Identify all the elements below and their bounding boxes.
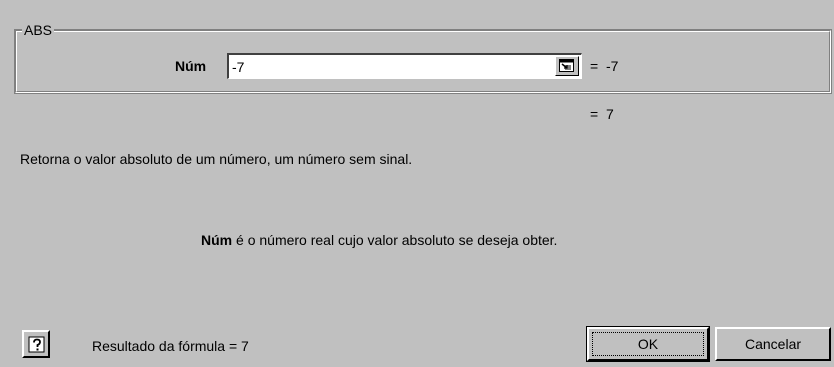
collapse-dialog-icon <box>559 59 574 72</box>
help-button[interactable] <box>22 330 50 358</box>
argument-label: Núm <box>175 58 207 74</box>
function-description: Retorna o valor absoluto de um número, u… <box>20 151 413 167</box>
cancel-button[interactable]: Cancelar <box>715 327 831 361</box>
function-arguments-dialog: ABS Núm = -7 = 7 Retorna o valor absolut… <box>0 0 834 367</box>
function-name-legend: ABS <box>22 21 55 39</box>
argument-help-text: é o número real cujo valor absoluto se d… <box>232 232 558 248</box>
formula-result: Resultado da fórmula = 7 <box>92 338 249 354</box>
ok-button[interactable]: OK <box>586 326 710 362</box>
collapse-dialog-button[interactable] <box>555 56 579 76</box>
question-mark-icon <box>28 336 45 353</box>
argument-help: Núm é o número real cujo valor absoluto … <box>201 230 557 250</box>
ok-button-label: OK <box>637 335 659 352</box>
function-result: = 7 <box>590 106 614 122</box>
argument-input[interactable] <box>227 53 582 79</box>
argument-help-name: Núm <box>201 232 233 248</box>
argument-value-result: = -7 <box>590 58 619 74</box>
